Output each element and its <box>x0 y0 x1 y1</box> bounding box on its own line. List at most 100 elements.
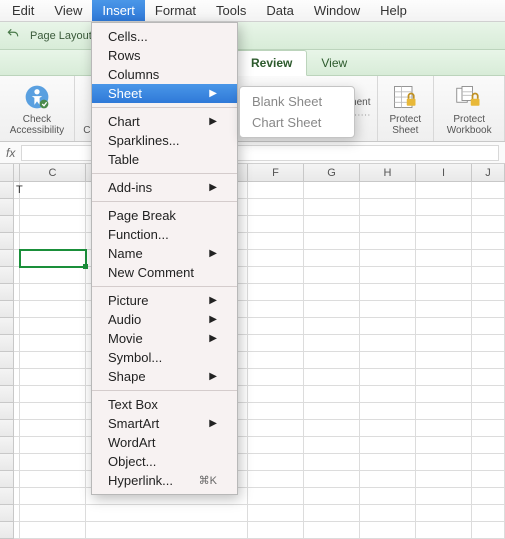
cell[interactable] <box>20 182 86 199</box>
cell[interactable] <box>472 352 505 369</box>
row-header[interactable] <box>0 471 14 488</box>
cell[interactable] <box>472 216 505 233</box>
cell[interactable] <box>304 284 360 301</box>
cell[interactable] <box>416 284 472 301</box>
menu-data[interactable]: Data <box>256 0 303 21</box>
cell[interactable] <box>304 522 360 539</box>
cell[interactable] <box>360 335 416 352</box>
row-header[interactable] <box>0 352 14 369</box>
cell[interactable] <box>248 437 304 454</box>
menu-item-text-box[interactable]: Text Box <box>92 395 237 414</box>
cell[interactable] <box>20 437 86 454</box>
cell[interactable] <box>248 284 304 301</box>
cell[interactable] <box>416 301 472 318</box>
cell[interactable] <box>20 454 86 471</box>
cell[interactable] <box>472 437 505 454</box>
cell[interactable] <box>304 233 360 250</box>
col-header[interactable]: J <box>472 164 505 181</box>
cell[interactable] <box>416 522 472 539</box>
cell[interactable] <box>304 182 360 199</box>
check-accessibility-button[interactable]: Check Accessibility <box>0 76 75 141</box>
cell[interactable] <box>360 182 416 199</box>
cell[interactable] <box>248 233 304 250</box>
cell[interactable] <box>304 301 360 318</box>
row-header[interactable] <box>0 250 14 267</box>
menu-item-object-[interactable]: Object... <box>92 452 237 471</box>
cell[interactable] <box>248 199 304 216</box>
cell[interactable] <box>472 199 505 216</box>
cell[interactable] <box>472 267 505 284</box>
cell[interactable] <box>304 352 360 369</box>
cell[interactable] <box>360 267 416 284</box>
cell[interactable] <box>20 352 86 369</box>
cell[interactable] <box>360 233 416 250</box>
cell[interactable] <box>416 420 472 437</box>
cell[interactable] <box>472 403 505 420</box>
row-header[interactable] <box>0 522 14 539</box>
cell[interactable] <box>20 335 86 352</box>
cell[interactable] <box>472 420 505 437</box>
cell[interactable] <box>416 182 472 199</box>
cell[interactable] <box>304 420 360 437</box>
protect-workbook-button[interactable]: Protect Workbook <box>434 76 505 141</box>
row-header[interactable] <box>0 301 14 318</box>
row-header[interactable] <box>0 420 14 437</box>
cell[interactable] <box>360 454 416 471</box>
cell[interactable] <box>416 471 472 488</box>
cell[interactable] <box>304 335 360 352</box>
row-header[interactable] <box>0 505 14 522</box>
cell[interactable] <box>248 471 304 488</box>
cell[interactable] <box>472 454 505 471</box>
submenu-item-blank-sheet[interactable]: Blank Sheet <box>240 91 354 112</box>
cell[interactable] <box>304 216 360 233</box>
cell[interactable] <box>248 505 304 522</box>
cell[interactable] <box>472 182 505 199</box>
cell[interactable] <box>360 437 416 454</box>
row-header[interactable] <box>0 437 14 454</box>
cell[interactable] <box>20 216 86 233</box>
cell[interactable] <box>20 403 86 420</box>
menu-window[interactable]: Window <box>304 0 370 21</box>
cell[interactable] <box>360 318 416 335</box>
cell[interactable] <box>20 369 86 386</box>
cell[interactable] <box>248 403 304 420</box>
cell[interactable] <box>20 267 86 284</box>
cell[interactable] <box>20 199 86 216</box>
cell[interactable] <box>20 233 86 250</box>
row-header[interactable] <box>0 267 14 284</box>
cell[interactable] <box>472 318 505 335</box>
menu-item-chart[interactable]: Chart▶ <box>92 112 237 131</box>
submenu-item-chart-sheet[interactable]: Chart Sheet <box>240 112 354 133</box>
cell[interactable] <box>20 284 86 301</box>
cell[interactable] <box>416 369 472 386</box>
cell[interactable] <box>248 488 304 505</box>
cell[interactable] <box>472 369 505 386</box>
cell[interactable] <box>416 250 472 267</box>
cell[interactable] <box>360 284 416 301</box>
cell[interactable] <box>472 284 505 301</box>
menu-item-sparklines-[interactable]: Sparklines... <box>92 131 237 150</box>
cell[interactable] <box>248 318 304 335</box>
cell[interactable] <box>20 488 86 505</box>
menu-item-cells-[interactable]: Cells... <box>92 27 237 46</box>
row-header[interactable] <box>0 233 14 250</box>
cell[interactable] <box>416 488 472 505</box>
cell[interactable] <box>304 318 360 335</box>
cell[interactable] <box>248 250 304 267</box>
menu-item-symbol-[interactable]: Symbol... <box>92 348 237 367</box>
row-header[interactable] <box>0 386 14 403</box>
menu-edit[interactable]: Edit <box>2 0 44 21</box>
cell[interactable] <box>86 505 248 522</box>
page-layout-label[interactable]: Page Layout <box>30 30 92 42</box>
cell[interactable] <box>304 471 360 488</box>
row-header[interactable] <box>0 318 14 335</box>
col-header[interactable] <box>0 164 14 181</box>
menu-tools[interactable]: Tools <box>206 0 256 21</box>
row-header[interactable] <box>0 369 14 386</box>
cell[interactable] <box>20 301 86 318</box>
menu-item-rows[interactable]: Rows <box>92 46 237 65</box>
cell[interactable] <box>360 369 416 386</box>
cell[interactable] <box>20 471 86 488</box>
cell[interactable] <box>360 199 416 216</box>
menu-item-hyperlink-[interactable]: Hyperlink...⌘K <box>92 471 237 490</box>
